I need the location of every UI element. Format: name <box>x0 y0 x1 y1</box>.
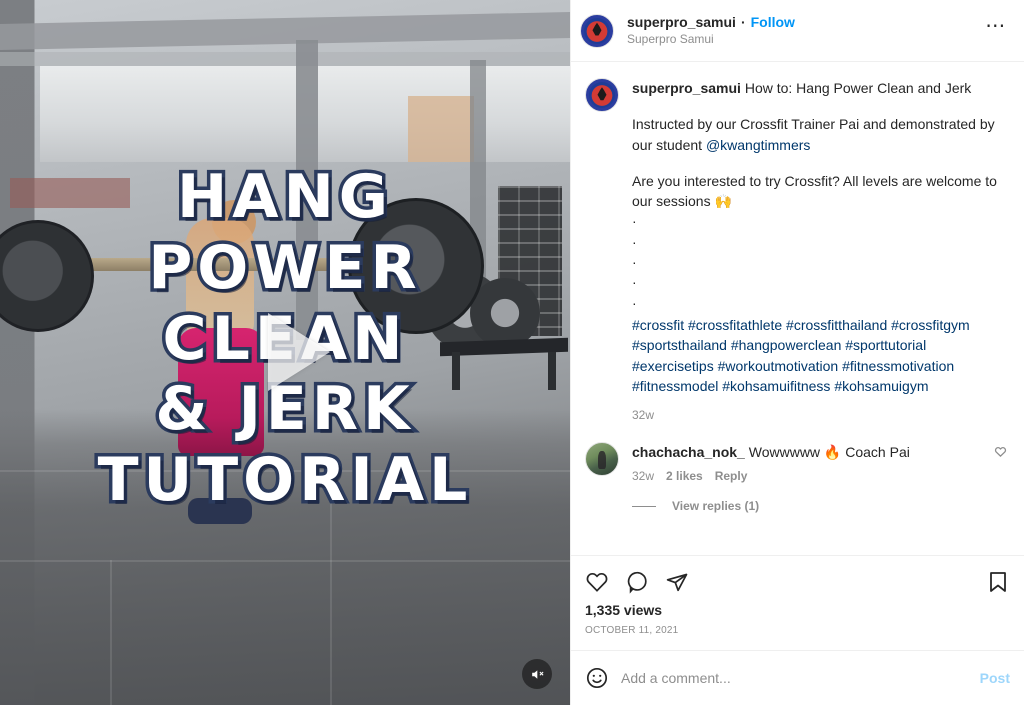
emoji-smiley-icon[interactable] <box>585 666 609 690</box>
account-subtitle: Superpro Samui <box>627 31 714 46</box>
athlete-pants <box>178 328 264 456</box>
floor-seam <box>110 560 112 705</box>
comment-meta: 32w 2 likes Reply <box>632 469 981 483</box>
gym-wall-panel <box>408 96 474 162</box>
caption-text: superpro_samui How to: Hang Power Clean … <box>632 78 1010 211</box>
add-comment-bar: Post <box>571 651 1024 705</box>
caption-mention-link[interactable]: @kwangtimmers <box>706 137 810 153</box>
caption-paragraph-1: superpro_samui How to: Hang Power Clean … <box>632 78 1010 98</box>
video-player[interactable]: HANG POWER CLEAN & JERK TUTORIAL <box>0 0 570 705</box>
post-date: OCTOBER 11, 2021 <box>585 625 679 636</box>
account-username[interactable]: superpro_samui <box>627 14 736 31</box>
heart-icon[interactable] <box>994 445 1010 461</box>
view-replies-button[interactable]: View replies (1) <box>632 499 1010 513</box>
more-options-icon[interactable]: ⋯ <box>982 15 1010 45</box>
caption-bullet: · <box>632 294 637 311</box>
gym-tractor-tire-secondary <box>470 278 540 348</box>
caption-line-1: How to: Hang Power Clean and Jerk <box>744 80 972 96</box>
gym-pillar <box>296 40 318 340</box>
post-header: superpro_samui · Follow Superpro Samui ⋯ <box>571 0 1024 62</box>
barbell-plate-right <box>348 198 484 334</box>
comment-timestamp: 32w <box>632 469 655 484</box>
caption-block: superpro_samui How to: Hang Power Clean … <box>585 78 1010 438</box>
comments-scroll-area[interactable]: superpro_samui How to: Hang Power Clean … <box>571 62 1024 556</box>
athlete-torso <box>186 218 254 338</box>
comment-likes-count[interactable]: 2 likes <box>666 469 703 483</box>
caption-bullet-list: · · · · · <box>632 211 1010 312</box>
follow-button[interactable]: Follow <box>751 14 795 31</box>
caption-timestamp: 32w <box>632 408 655 423</box>
caption-paragraph-3: Are you interested to try Crossfit? All … <box>632 172 997 210</box>
separator-dot: · <box>740 13 746 30</box>
comment-item: chachacha_nok_ Wowwwww 🔥 Coach Pai 32w 2… <box>585 442 1010 483</box>
instagram-post: HANG POWER CLEAN & JERK TUTORIAL superpr… <box>0 0 1024 705</box>
comment-reply-button[interactable]: Reply <box>715 469 748 483</box>
like-button[interactable] <box>585 570 609 594</box>
caption-bullet: · <box>632 233 637 250</box>
post-sidebar: superpro_samui · Follow Superpro Samui ⋯… <box>570 0 1024 705</box>
caption-bullet: · <box>632 254 637 271</box>
avatar[interactable] <box>585 442 619 477</box>
caption-line-2-prefix: Instructed by our Crossfit Trainer Pai a… <box>632 116 995 153</box>
avatar[interactable] <box>580 13 614 48</box>
gym-bench-leg <box>548 352 556 390</box>
mute-icon[interactable] <box>522 659 552 689</box>
view-count: 1,335 views <box>585 602 663 618</box>
athlete-shoe <box>188 498 252 524</box>
comment-button[interactable] <box>625 570 649 594</box>
caption-bullet: · <box>632 274 637 291</box>
caption-bullet: · <box>632 213 637 230</box>
caption-hashtags[interactable]: #crossfit #crossfitathlete #crossfitthai… <box>632 315 1010 396</box>
floor-seam <box>0 560 570 562</box>
caption-username[interactable]: superpro_samui <box>632 80 741 96</box>
comment-text: chachacha_nok_ Wowwwww 🔥 Coach Pai <box>632 442 981 462</box>
comment-content: Wowwwww 🔥 Coach Pai <box>748 444 910 461</box>
username-row: superpro_samui · Follow <box>627 14 982 31</box>
play-icon[interactable] <box>268 313 330 391</box>
comment-input[interactable] <box>621 670 968 686</box>
replies-dash-line <box>632 505 656 507</box>
save-button[interactable] <box>986 570 1010 594</box>
gym-wall-red-band <box>10 178 130 208</box>
view-replies-label: View replies (1) <box>672 499 760 514</box>
post-comment-button[interactable]: Post <box>980 670 1010 686</box>
floor-seam <box>330 470 332 705</box>
comment-body: chachacha_nok_ Wowwwww 🔥 Coach Pai 32w 2… <box>632 442 981 483</box>
floor-seam <box>0 470 570 472</box>
caption-body: superpro_samui How to: Hang Power Clean … <box>632 78 1010 438</box>
gym-bench-leg <box>452 352 460 390</box>
comment-username[interactable]: chachacha_nok_ <box>632 444 745 460</box>
action-icon-row <box>585 562 1010 598</box>
post-actions: 1,335 views OCTOBER 11, 2021 <box>571 556 1024 651</box>
share-button[interactable] <box>665 570 689 594</box>
avatar[interactable] <box>585 78 619 112</box>
caption-paragraph-2: Instructed by our Crossfit Trainer Pai a… <box>632 114 1010 155</box>
header-names: superpro_samui · Follow Superpro Samui <box>627 14 982 47</box>
